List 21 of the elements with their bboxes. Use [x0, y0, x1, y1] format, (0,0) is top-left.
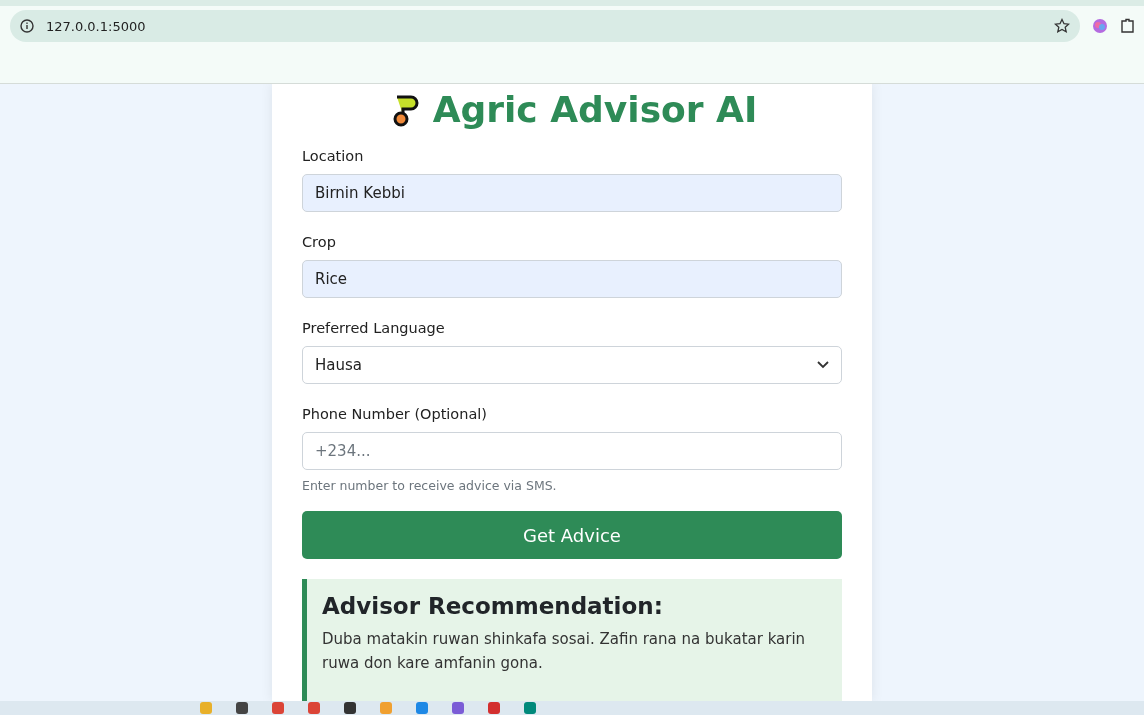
get-advice-button[interactable]: Get Advice [302, 511, 842, 559]
app-title: Agric Advisor AI [432, 88, 758, 132]
star-icon[interactable] [1054, 18, 1070, 34]
recommendation-heading: Advisor Recommendation: [322, 593, 664, 619]
info-icon[interactable] [20, 19, 34, 33]
recommendation-text: Duba matakin ruwan shinkafa sosai. Zafin rana na bukatar karin ruwa don kare amfanin gona. [322, 629, 807, 674]
field-label: Preferred Language [302, 319, 446, 338]
extension-icon[interactable] [1092, 18, 1108, 34]
field-label: Location [302, 147, 365, 166]
input-field[interactable]: Birnin Kebbi [302, 174, 842, 212]
taskbar-icon[interactable] [236, 702, 248, 714]
field-label: Crop [302, 233, 337, 252]
url-text: 127.0.0.1:5000 [46, 18, 147, 34]
language-select[interactable]: Hausa [302, 346, 842, 384]
input-field[interactable]: +234... [302, 432, 842, 470]
input-field[interactable]: Rice [302, 260, 842, 298]
field-label: Phone Number (Optional) [302, 405, 488, 424]
chevron-down-icon [817, 361, 829, 369]
address-bar[interactable]: 127.0.0.1:5000 [10, 10, 1080, 42]
taskbar-icon[interactable] [344, 702, 356, 714]
help-text: Enter number to receive advice via SMS. [302, 478, 558, 493]
